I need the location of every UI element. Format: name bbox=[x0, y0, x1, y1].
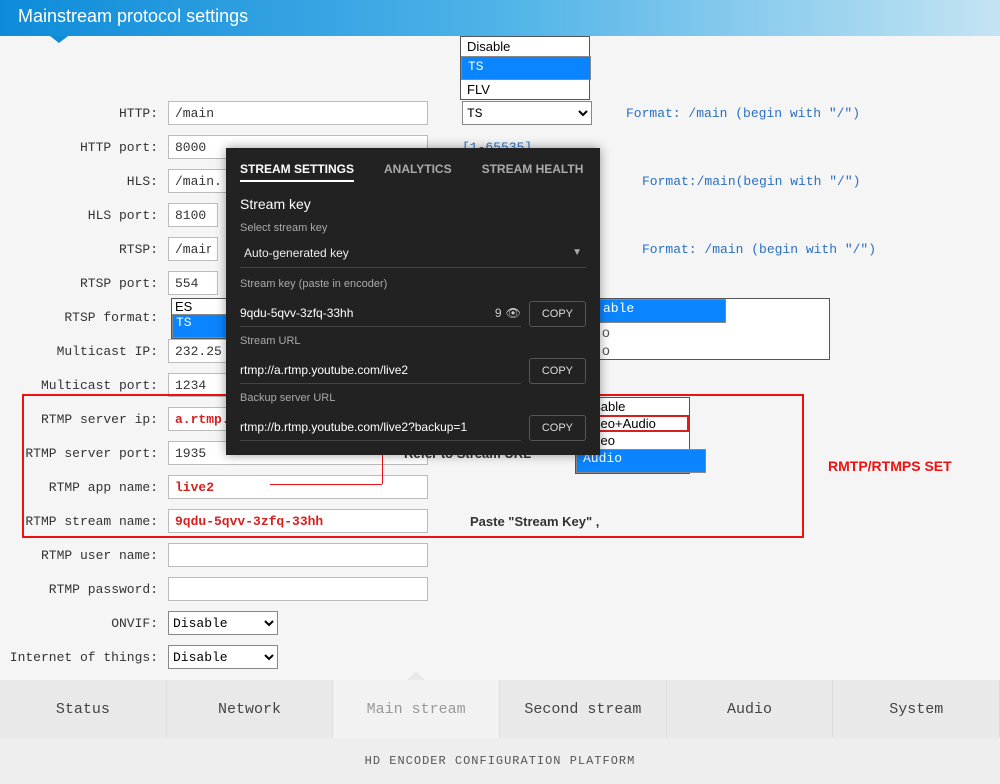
yt-stream-url-label: Stream URL bbox=[226, 335, 600, 351]
option-flv[interactable]: FLV bbox=[461, 80, 589, 99]
copy-button-url[interactable]: COPY bbox=[529, 358, 586, 384]
option-disable[interactable]: Disable bbox=[461, 37, 589, 56]
label-http: HTTP: bbox=[0, 106, 168, 121]
bottom-tabs: Status Network Main stream Second stream… bbox=[0, 680, 1000, 738]
youtube-stream-panel: STREAM SETTINGS ANALYTICS STREAM HEALTH … bbox=[226, 148, 600, 455]
yt-stream-key-value: 9qdu-5qvv-3zfq-33hh bbox=[240, 306, 353, 320]
right-opt-0[interactable]: able bbox=[596, 299, 726, 323]
tab-main-stream[interactable]: Main stream bbox=[333, 680, 500, 738]
label-rtmp-ip: RTMP server ip: bbox=[0, 412, 168, 427]
right-listbox-partial[interactable]: able o o bbox=[595, 298, 830, 360]
tab-status[interactable]: Status bbox=[0, 680, 167, 738]
label-rtmp-app: RTMP app name: bbox=[0, 480, 168, 495]
input-http[interactable] bbox=[168, 101, 428, 125]
hint-hls: Format:/main(begin with "/") bbox=[642, 174, 860, 189]
page-header: Mainstream protocol settings bbox=[0, 0, 1000, 36]
yt-stream-url-field[interactable]: rtmp://a.rtmp.youtube.com/live2 bbox=[240, 357, 521, 384]
yt-backup-url-label: Backup server URL bbox=[226, 392, 600, 408]
yt-select-label: Select stream key bbox=[226, 222, 600, 238]
yt-tab-settings[interactable]: STREAM SETTINGS bbox=[240, 162, 354, 182]
select-onvif[interactable]: Disable bbox=[168, 611, 278, 635]
yt-backup-url-field[interactable]: rtmp://b.rtmp.youtube.com/live2?backup=1 bbox=[240, 414, 521, 441]
label-rtsp-port: RTSP port: bbox=[0, 276, 168, 291]
input-rtmp-pass[interactable] bbox=[168, 577, 428, 601]
yt-tab-analytics[interactable]: ANALYTICS bbox=[384, 162, 452, 182]
label-rtsp: RTSP: bbox=[0, 242, 168, 257]
yt-stream-url-value: rtmp://a.rtmp.youtube.com/live2 bbox=[240, 363, 408, 377]
right-opt-2[interactable]: o bbox=[596, 341, 829, 359]
footer: HD ENCODER CONFIGURATION PLATFORM bbox=[0, 738, 1000, 784]
label-hls-port: HLS port: bbox=[0, 208, 168, 223]
select-http-format[interactable]: TS bbox=[462, 101, 592, 125]
input-rtmp-app[interactable] bbox=[168, 475, 428, 499]
label-hls: HLS: bbox=[0, 174, 168, 189]
yt-stream-key-label: Stream key (paste in encoder) bbox=[226, 278, 600, 294]
yt-stream-key-field[interactable]: 9qdu-5qvv-3zfq-33hh 9 👁 bbox=[240, 300, 521, 327]
eye-icon[interactable]: 9 👁 bbox=[495, 306, 521, 320]
label-iot: Internet of things: bbox=[0, 650, 168, 665]
input-rtmp-stream[interactable] bbox=[168, 509, 428, 533]
copy-button-key[interactable]: COPY bbox=[529, 301, 586, 327]
label-rtmp-user: RTMP user name: bbox=[0, 548, 168, 563]
label-rtmp-stream: RTMP stream name: bbox=[0, 514, 168, 529]
input-hls[interactable] bbox=[168, 169, 228, 193]
hint-http: Format: /main (begin with "/") bbox=[626, 106, 860, 121]
label-onvif: ONVIF: bbox=[0, 616, 168, 631]
select-iot[interactable]: Disable bbox=[168, 645, 278, 669]
tab-audio[interactable]: Audio bbox=[667, 680, 834, 738]
label-rtmp-port: RTMP server port: bbox=[0, 446, 168, 461]
copy-button-backup[interactable]: COPY bbox=[529, 415, 586, 441]
right-opt-1[interactable]: o bbox=[596, 323, 829, 341]
hint-rtsp: Format: /main (begin with "/") bbox=[642, 242, 876, 257]
header-notch bbox=[50, 36, 68, 43]
tab-network[interactable]: Network bbox=[167, 680, 334, 738]
label-rtsp-format: RTSP format: bbox=[0, 310, 168, 325]
yt-backup-url-value: rtmp://b.rtmp.youtube.com/live2?backup=1 bbox=[240, 420, 467, 434]
yt-section-title: Stream key bbox=[226, 196, 600, 222]
top-protocol-dropdown-open[interactable]: Disable TS FLV bbox=[460, 36, 590, 100]
input-hls-port[interactable] bbox=[168, 203, 218, 227]
yt-tab-health[interactable]: STREAM HEALTH bbox=[482, 162, 584, 182]
chevron-down-icon: ▼ bbox=[572, 247, 582, 258]
yt-tabs: STREAM SETTINGS ANALYTICS STREAM HEALTH bbox=[226, 148, 600, 196]
tab-system[interactable]: System bbox=[833, 680, 1000, 738]
input-multicast-ip[interactable] bbox=[168, 339, 228, 363]
rtmp-highlight-title: RMTP/RTMPS SET bbox=[828, 458, 952, 474]
label-multicast-ip: Multicast IP: bbox=[0, 344, 168, 359]
yt-select-value: Auto-generated key bbox=[244, 246, 349, 260]
input-rtsp[interactable] bbox=[168, 237, 218, 261]
footer-text: HD ENCODER CONFIGURATION PLATFORM bbox=[365, 754, 636, 768]
option-ts[interactable]: TS bbox=[461, 56, 591, 80]
label-rtmp-pass: RTMP password: bbox=[0, 582, 168, 597]
label-multicast-port: Multicast port: bbox=[0, 378, 168, 393]
annot-stream-key: Paste "Stream Key" , bbox=[470, 514, 599, 529]
label-http-port: HTTP port: bbox=[0, 140, 168, 155]
tab-second-stream[interactable]: Second stream bbox=[500, 680, 667, 738]
yt-select-stream-key[interactable]: Auto-generated key ▼ bbox=[240, 238, 586, 268]
input-rtmp-user[interactable] bbox=[168, 543, 428, 567]
input-rtsp-port[interactable] bbox=[168, 271, 218, 295]
page-title: Mainstream protocol settings bbox=[18, 6, 248, 26]
